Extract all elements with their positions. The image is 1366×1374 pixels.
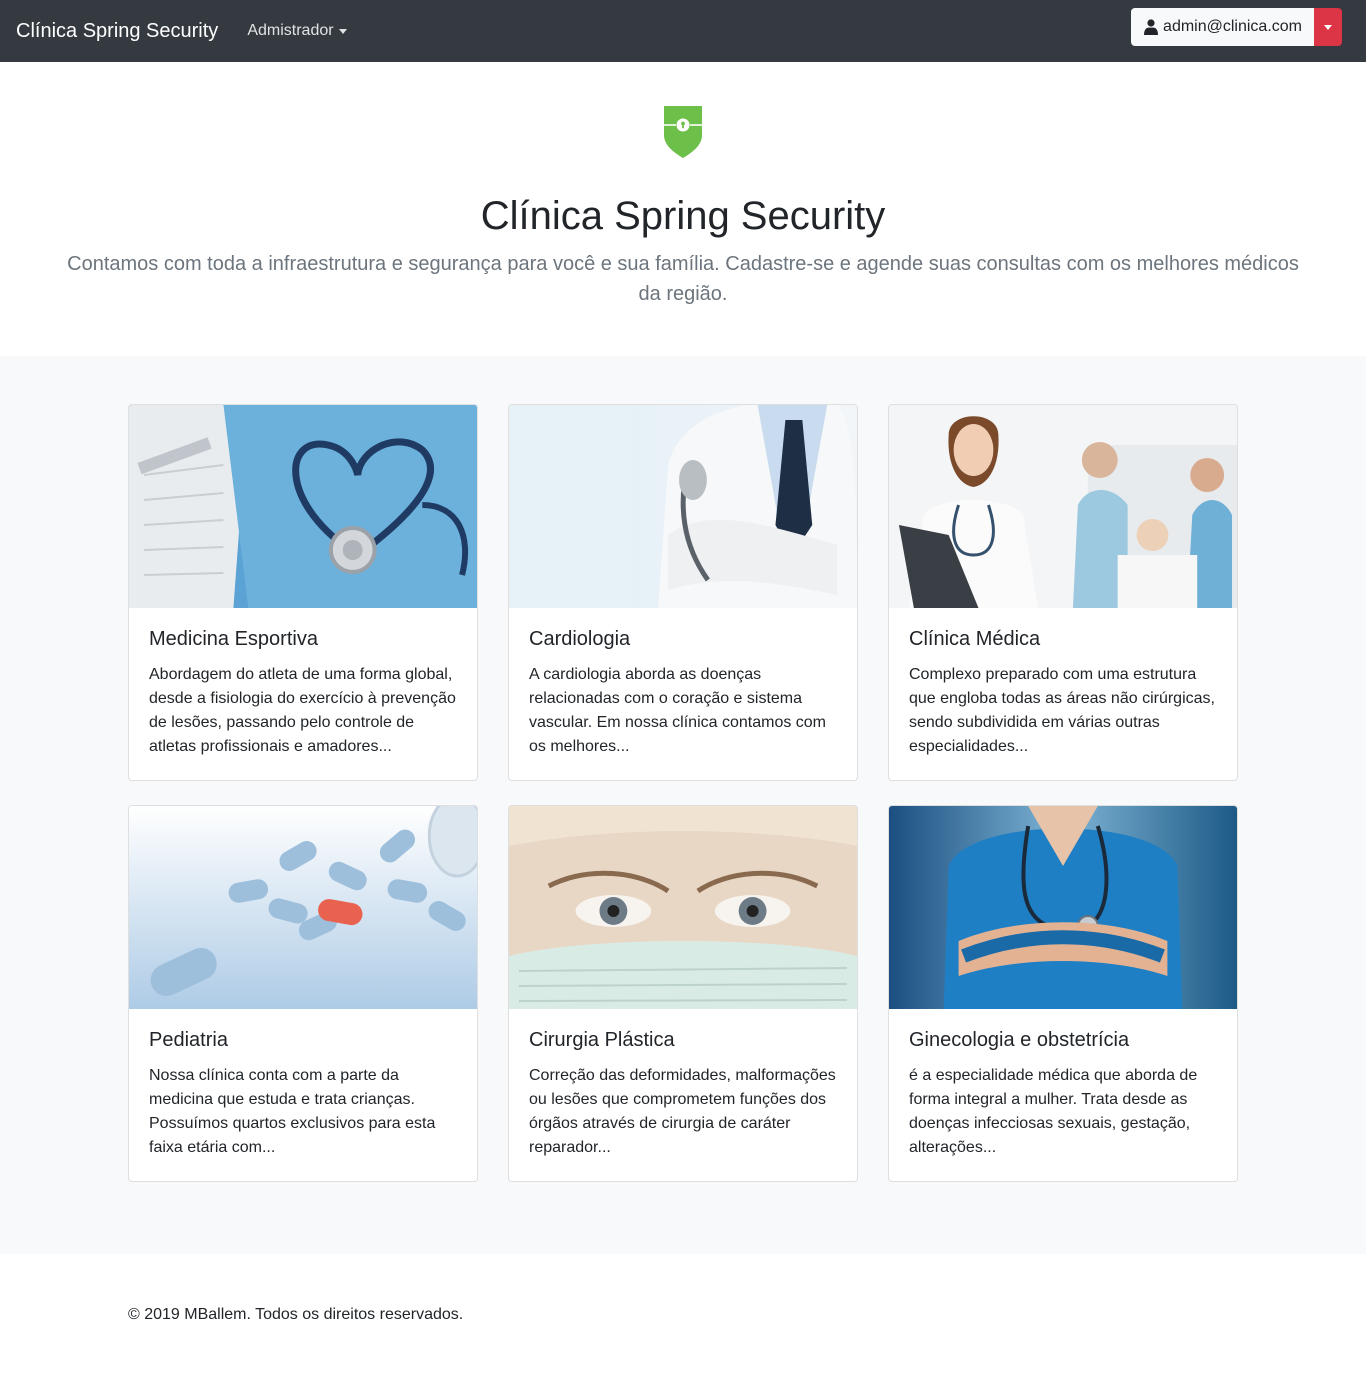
caret-down-icon	[1324, 24, 1332, 30]
card-title: Cardiologia	[529, 628, 631, 650]
card-text: é a especialidade médica que aborda de f…	[909, 1067, 1198, 1156]
card-text: Correção das deformidades, malformações …	[529, 1067, 836, 1156]
card-text: Complexo preparado com uma estrutura que…	[909, 666, 1215, 755]
card-cardiologia[interactable]: Cardiologia A cardiologia aborda as doen…	[508, 404, 858, 781]
card-title: Medicina Esportiva	[149, 628, 318, 650]
card-title: Cirurgia Plástica	[529, 1029, 675, 1051]
pills-photo	[129, 806, 477, 1009]
admin-menu-dropdown[interactable]: Admistrador	[247, 22, 347, 40]
navbar-brand[interactable]: Clínica Spring Security	[16, 20, 218, 43]
surgeon-mask-photo	[509, 806, 857, 1009]
card-clinica-medica[interactable]: Clínica Médica Complexo preparado com um…	[888, 404, 1238, 781]
nurse-arms-crossed-photo	[889, 806, 1237, 1009]
specialties-section: Medicina Esportiva Abordagem do atleta d…	[0, 356, 1366, 1254]
navbar: Clínica Spring Security Admistrador admi…	[0, 0, 1366, 62]
doctor-white-coat-photo	[509, 405, 857, 608]
admin-menu-label: Admistrador	[247, 22, 334, 39]
card-text: A cardiologia aborda as doenças relacion…	[529, 666, 827, 755]
shield-keyhole-icon	[664, 106, 702, 158]
female-doctor-clinic-photo	[889, 405, 1237, 608]
caret-down-icon	[338, 28, 347, 34]
user-button-group: admin@clinica.com	[1131, 8, 1342, 46]
card-cirurgia-plastica[interactable]: Cirurgia Plástica Correção das deformida…	[508, 805, 858, 1182]
user-icon	[1144, 19, 1159, 35]
footer: © 2019 MBallem. Todos os direitos reserv…	[0, 1254, 1366, 1374]
card-title: Clínica Médica	[909, 628, 1041, 650]
stethoscope-heart-photo	[129, 405, 477, 608]
card-medicina-esportiva[interactable]: Medicina Esportiva Abordagem do atleta d…	[128, 404, 478, 781]
card-pediatria[interactable]: Pediatria Nossa clínica conta com a part…	[128, 805, 478, 1182]
card-text: Abordagem do atleta de uma forma global,…	[149, 666, 456, 755]
card-title: Ginecologia e obstetrícia	[909, 1029, 1130, 1051]
card-text: Nossa clínica conta com a parte da medic…	[149, 1067, 436, 1156]
user-account-button[interactable]: admin@clinica.com	[1131, 8, 1314, 46]
page-title: Clínica Spring Security	[480, 194, 886, 238]
user-email: admin@clinica.com	[1163, 18, 1302, 35]
hero: Clínica Spring Security Contamos com tod…	[0, 62, 1366, 356]
card-ginecologia-obstetricia[interactable]: Ginecologia e obstetrícia é a especialid…	[888, 805, 1238, 1182]
hero-lead: Contamos com toda a infraestrutura e seg…	[67, 253, 1299, 305]
user-menu-toggle[interactable]	[1314, 8, 1342, 46]
footer-copyright: © 2019 MBallem. Todos os direitos reserv…	[128, 1306, 464, 1323]
card-title: Pediatria	[149, 1029, 228, 1051]
